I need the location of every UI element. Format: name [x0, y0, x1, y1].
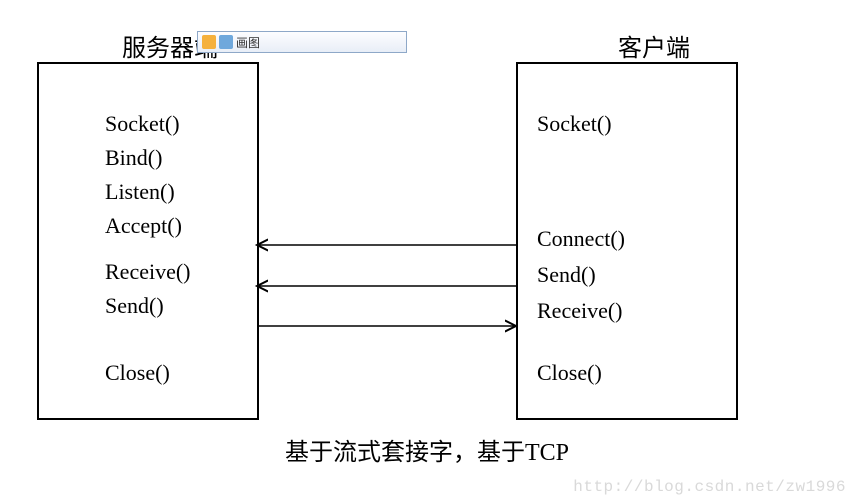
client-step: Receive() — [537, 298, 623, 324]
server-step: Receive() — [105, 259, 191, 285]
client-step: Send() — [537, 262, 596, 288]
diagram-caption: 基于流式套接字，基于TCP — [0, 432, 854, 467]
client-step: Connect() — [537, 226, 625, 252]
paint-app-icon — [202, 35, 216, 49]
server-step: Socket() — [105, 111, 180, 137]
tool-icon — [219, 35, 233, 49]
watermark-text: http://blog.csdn.net/zw1996 — [573, 478, 846, 496]
server-step: Close() — [105, 360, 170, 386]
server-step: Bind() — [105, 145, 162, 171]
toolbar-label: 画图 — [236, 34, 260, 51]
client-title: 客户端 — [594, 28, 714, 63]
screenshot-toolbar[interactable]: 画图 — [197, 31, 407, 53]
server-step: Listen() — [105, 179, 175, 205]
server-step: Accept() — [105, 213, 182, 239]
server-step: Send() — [105, 293, 164, 319]
client-step: Socket() — [537, 111, 612, 137]
client-step: Close() — [537, 360, 602, 386]
